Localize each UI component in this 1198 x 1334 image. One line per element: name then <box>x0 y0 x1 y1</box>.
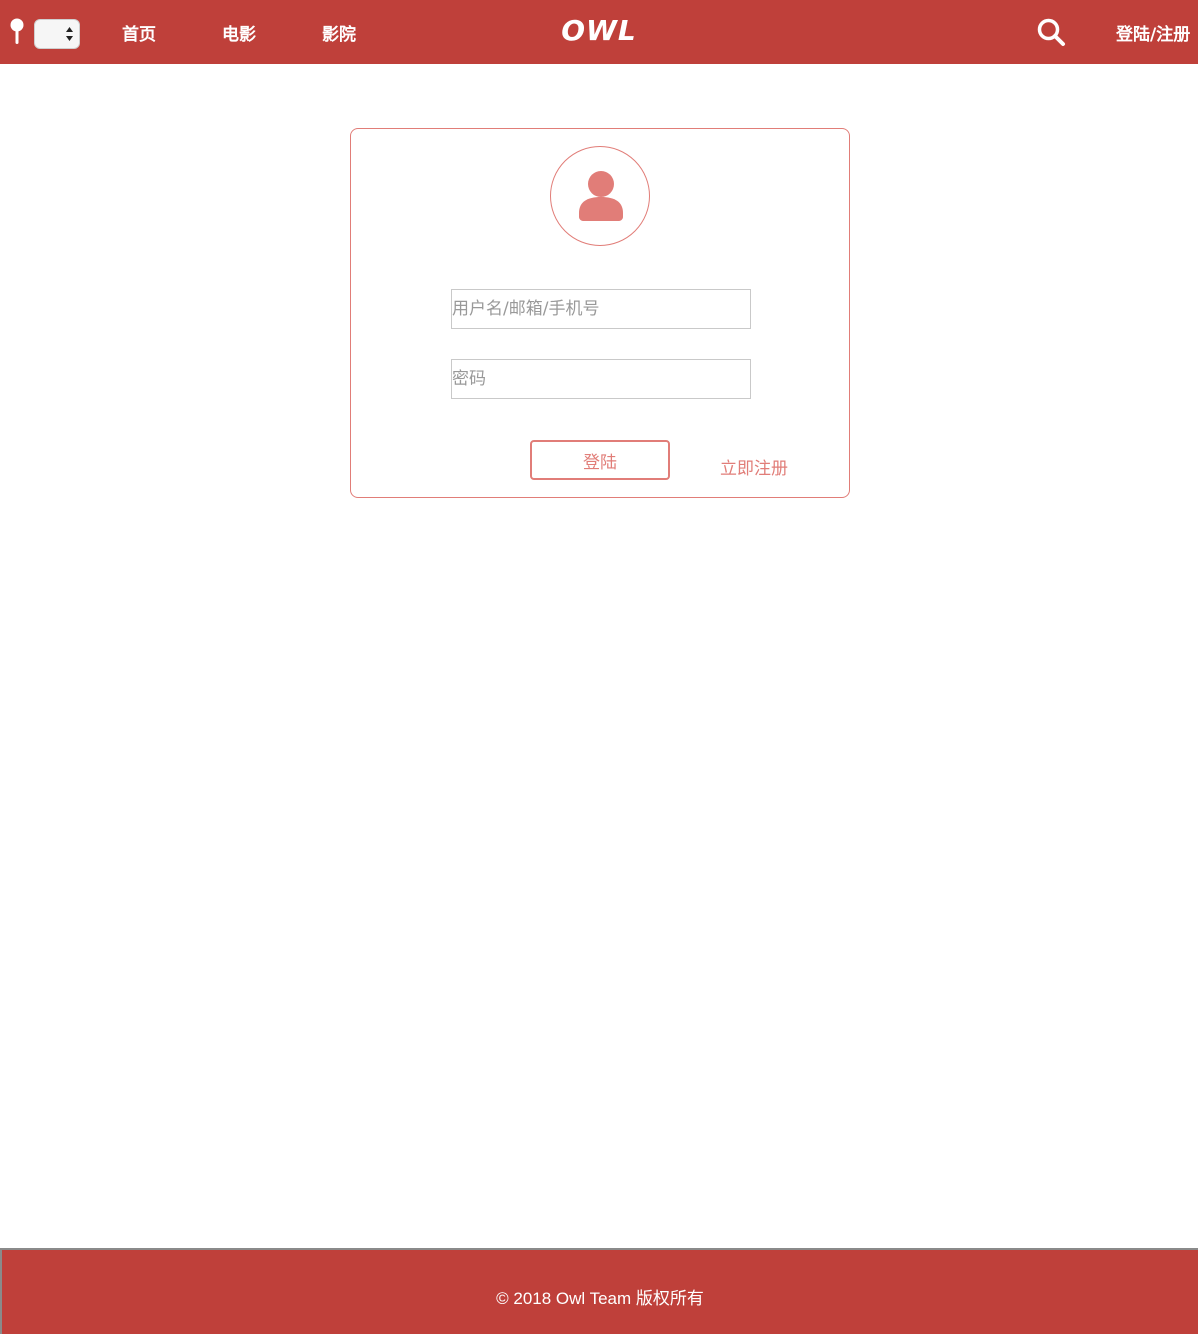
register-link[interactable]: 立即注册 <box>720 454 788 479</box>
site-logo[interactable]: OWL <box>0 14 1198 47</box>
user-icon <box>579 171 623 221</box>
password-input[interactable] <box>451 359 751 399</box>
avatar <box>550 146 650 246</box>
login-register-link[interactable]: 登陆/注册 <box>1116 20 1190 45</box>
footer: © 2018 Owl Team 版权所有 <box>0 1248 1198 1334</box>
top-navbar: 首页 电影 影院 OWL 登陆/注册 <box>0 0 1198 64</box>
username-input[interactable] <box>451 289 751 329</box>
login-card: 登陆 立即注册 <box>350 128 850 498</box>
copyright-text: © 2018 Owl Team 版权所有 <box>496 1289 704 1308</box>
login-button[interactable]: 登陆 <box>530 440 670 480</box>
search-icon[interactable] <box>1036 17 1066 47</box>
